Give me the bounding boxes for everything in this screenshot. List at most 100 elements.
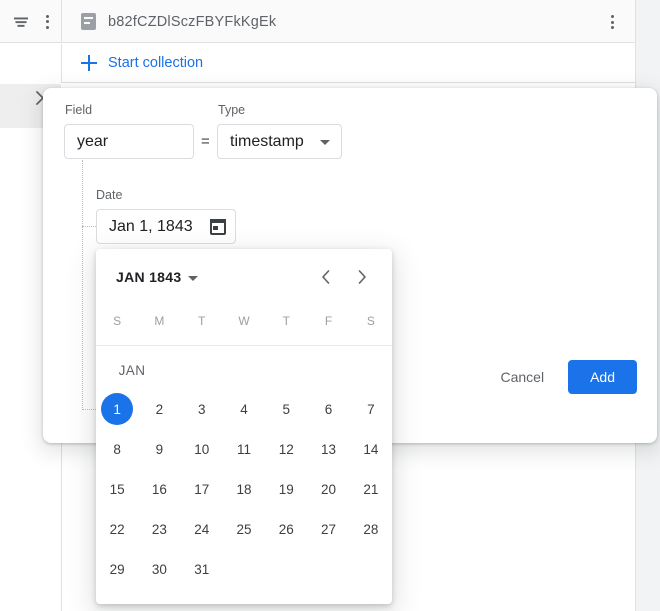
day-cell[interactable]: 15	[96, 473, 138, 505]
document-more-vert-icon[interactable]	[599, 9, 625, 35]
day-19[interactable]: 19	[270, 473, 302, 505]
filter-list-icon[interactable]	[8, 9, 33, 35]
day-13[interactable]: 13	[313, 433, 345, 465]
chevron-right-icon[interactable]	[352, 267, 372, 287]
tree-connector-vertical	[82, 160, 83, 410]
calendar-icon[interactable]	[210, 219, 226, 235]
add-button[interactable]: Add	[568, 360, 637, 394]
day-16[interactable]: 16	[143, 473, 175, 505]
day-24[interactable]: 24	[186, 513, 218, 545]
weekday-0: S	[96, 307, 138, 335]
day-22[interactable]: 22	[101, 513, 133, 545]
start-collection-row[interactable]: Start collection	[61, 44, 635, 83]
day-cell[interactable]: 24	[181, 513, 223, 545]
weekday-3: W	[223, 307, 265, 335]
day-15[interactable]: 15	[101, 473, 133, 505]
day-cell[interactable]: 11	[223, 433, 265, 465]
top-bar-tools	[0, 0, 60, 43]
more-vert-icon[interactable]	[35, 9, 60, 35]
day-2[interactable]: 2	[143, 393, 175, 425]
start-collection-label[interactable]: Start collection	[108, 55, 203, 71]
day-cell[interactable]: 20	[307, 473, 349, 505]
day-cell[interactable]: 5	[265, 393, 307, 425]
type-select[interactable]: timestamp	[217, 124, 342, 159]
chevron-down-icon[interactable]	[188, 276, 198, 281]
date-input-wrap[interactable]	[96, 209, 236, 244]
weekday-1: M	[138, 307, 180, 335]
day-cell[interactable]: 13	[307, 433, 349, 465]
day-20[interactable]: 20	[313, 473, 345, 505]
chevron-down-icon[interactable]	[320, 140, 330, 145]
day-8[interactable]: 8	[101, 433, 133, 465]
date-picker-header: JAN 1843	[96, 249, 392, 305]
day-3[interactable]: 3	[186, 393, 218, 425]
day-30[interactable]: 30	[143, 553, 175, 585]
month-section-label-text: JAN	[112, 353, 152, 389]
day-cell[interactable]: 18	[223, 473, 265, 505]
weekday-4: T	[265, 307, 307, 335]
top-bar: b82fCZDlSczFBYFkKgEk	[0, 0, 635, 43]
day-28[interactable]: 28	[355, 513, 387, 545]
day-cell[interactable]: 17	[181, 473, 223, 505]
day-29[interactable]: 29	[101, 553, 133, 585]
month-year-label[interactable]: JAN 1843	[116, 269, 181, 285]
day-4[interactable]: 4	[228, 393, 260, 425]
day-cell[interactable]: 25	[223, 513, 265, 545]
day-cell[interactable]: 31	[181, 553, 223, 585]
day-cell[interactable]: 4	[223, 393, 265, 425]
day-cell[interactable]: 22	[96, 513, 138, 545]
day-cell[interactable]: 28	[350, 513, 392, 545]
day-17[interactable]: 17	[186, 473, 218, 505]
date-label: Date	[96, 189, 122, 202]
tree-connector-branch-end	[82, 409, 96, 410]
day-cell[interactable]: 23	[138, 513, 180, 545]
day-5[interactable]: 5	[270, 393, 302, 425]
day-cell[interactable]: 14	[350, 433, 392, 465]
chevron-left-icon[interactable]	[316, 267, 336, 287]
day-6[interactable]: 6	[313, 393, 345, 425]
cancel-button[interactable]: Cancel	[486, 360, 558, 394]
date-picker: JAN 1843 SMTWTFS JAN 123456789101112	[96, 249, 392, 604]
more-vert-dots	[46, 15, 49, 29]
day-cell[interactable]: 26	[265, 513, 307, 545]
tree-connector-branch	[82, 226, 96, 227]
day-cell[interactable]: 2	[138, 393, 180, 425]
day-14[interactable]: 14	[355, 433, 387, 465]
day-31[interactable]: 31	[186, 553, 218, 585]
day-cell[interactable]: 1	[96, 393, 138, 425]
day-cell[interactable]: 21	[350, 473, 392, 505]
day-cell[interactable]: 12	[265, 433, 307, 465]
day-27[interactable]: 27	[313, 513, 345, 545]
date-picker-nav	[316, 267, 372, 287]
day-cell[interactable]: 9	[138, 433, 180, 465]
field-input[interactable]	[65, 133, 193, 151]
day-cell[interactable]: 16	[138, 473, 180, 505]
day-7[interactable]: 7	[355, 393, 387, 425]
weekday-5: F	[307, 307, 349, 335]
field-input-wrap[interactable]	[64, 124, 194, 159]
document-header: b82fCZDlSczFBYFkKgEk	[61, 0, 635, 43]
day-cell[interactable]: 10	[181, 433, 223, 465]
day-11[interactable]: 11	[228, 433, 260, 465]
day-cell[interactable]: 29	[96, 553, 138, 585]
day-1[interactable]: 1	[101, 393, 133, 425]
day-12[interactable]: 12	[270, 433, 302, 465]
document-icon	[81, 13, 96, 30]
day-18[interactable]: 18	[228, 473, 260, 505]
more-vert-dots	[611, 15, 614, 29]
day-cell[interactable]: 19	[265, 473, 307, 505]
day-10[interactable]: 10	[186, 433, 218, 465]
day-26[interactable]: 26	[270, 513, 302, 545]
day-25[interactable]: 25	[228, 513, 260, 545]
day-cell[interactable]: 3	[181, 393, 223, 425]
day-cell[interactable]: 6	[307, 393, 349, 425]
day-23[interactable]: 23	[143, 513, 175, 545]
day-9[interactable]: 9	[143, 433, 175, 465]
day-cell[interactable]: 8	[96, 433, 138, 465]
day-cell[interactable]: 7	[350, 393, 392, 425]
field-label: Field	[65, 104, 92, 117]
equals-sign: =	[201, 133, 210, 150]
day-cell[interactable]: 30	[138, 553, 180, 585]
day-21[interactable]: 21	[355, 473, 387, 505]
day-cell[interactable]: 27	[307, 513, 349, 545]
